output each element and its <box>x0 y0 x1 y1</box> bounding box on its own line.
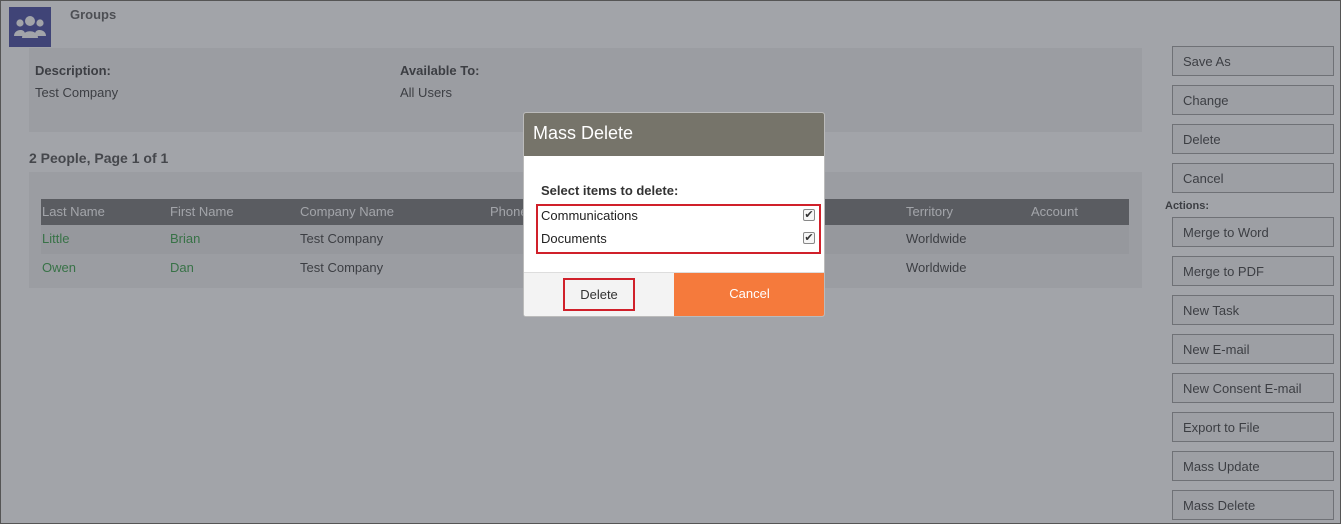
dialog-delete-button[interactable]: Delete <box>563 278 635 311</box>
dialog-footer: Delete Cancel <box>524 272 824 316</box>
communications-checkbox[interactable]: ✔ <box>803 209 815 221</box>
option-label: Documents <box>541 231 607 246</box>
option-label: Communications <box>541 208 638 223</box>
option-communications[interactable]: Communications ✔ <box>541 206 817 228</box>
dialog-cancel-button[interactable]: Cancel <box>674 273 824 316</box>
documents-checkbox[interactable]: ✔ <box>803 232 815 244</box>
dialog-title: Mass Delete <box>524 113 824 156</box>
dialog-delete-area: Delete <box>524 273 674 316</box>
delete-options-highlight: Communications ✔ Documents ✔ <box>536 204 821 254</box>
dialog-subtitle: Select items to delete: <box>541 183 679 198</box>
option-documents[interactable]: Documents ✔ <box>541 229 817 251</box>
app-window: Groups Description: Test Company Availab… <box>0 0 1341 524</box>
mass-delete-dialog: Mass Delete Select items to delete: Comm… <box>523 112 825 317</box>
